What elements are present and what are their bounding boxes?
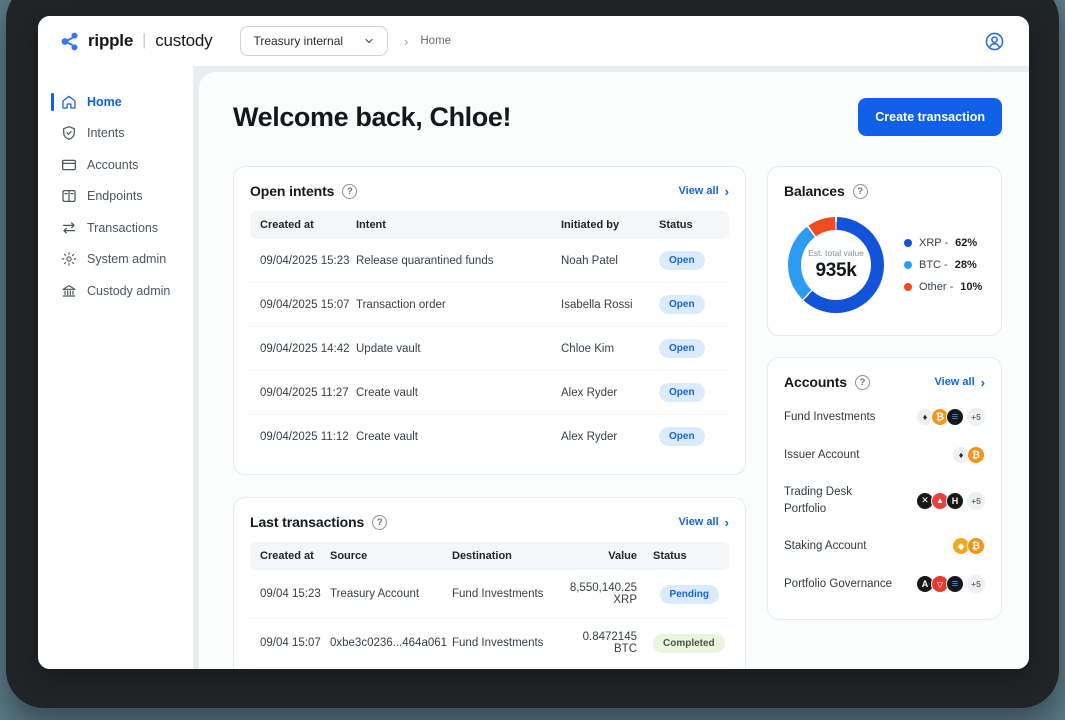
open-intent-row[interactable]: 09/04/2025 15:23 Release quarantined fun…	[250, 239, 729, 282]
balances-title: Balances	[784, 183, 845, 199]
chevron-right-icon: ›	[725, 185, 729, 198]
swap-arrows-icon	[61, 220, 77, 236]
last-transactions-card: Last transactions ? View all › Created a…	[233, 497, 746, 669]
open-intents-title: Open intents	[250, 183, 334, 199]
transaction-row[interactable]: 09/04 15:23 Treasury Account Fund Invest…	[250, 570, 729, 618]
status-badge: Open	[659, 383, 705, 402]
sol-icon: ≡	[946, 408, 964, 426]
btc-icon: ₿	[967, 537, 985, 555]
create-transaction-button[interactable]: Create transaction	[858, 98, 1002, 136]
help-icon[interactable]: ?	[372, 515, 387, 530]
topbar: ripple | custody Treasury internal › Hom…	[38, 16, 1029, 66]
book-icon	[61, 188, 77, 204]
page-title: Welcome back, Chloe!	[233, 98, 511, 133]
account-row[interactable]: Fund Investments ♦ ₿ ≡ +5	[784, 398, 985, 436]
extra-assets-badge: +5	[967, 575, 985, 593]
brand-logo: ripple | custody	[60, 31, 212, 52]
xrp-dot-icon	[904, 239, 912, 247]
gear-icon	[61, 251, 77, 267]
hbar-icon: H	[946, 492, 964, 510]
open-intent-row[interactable]: 09/04/2025 14:42 Update vault Chloe Kim …	[250, 326, 729, 370]
last-transactions-view-all-link[interactable]: View all ›	[679, 516, 730, 529]
status-badge: Open	[659, 295, 705, 314]
sidebar-item-transactions[interactable]: Transactions	[38, 212, 193, 244]
transaction-row[interactable]: 09/04 15:07 0xbe3c0236...464a061 Fund In…	[250, 618, 729, 667]
open-intent-row[interactable]: 09/04/2025 11:27 Create vault Alex Ryder…	[250, 370, 729, 414]
help-icon[interactable]: ?	[855, 375, 870, 390]
accounts-card: Accounts ? View all › Fund Investments	[767, 357, 1002, 620]
ripple-logo-icon	[60, 31, 81, 52]
btc-icon: ₿	[967, 446, 985, 464]
status-badge: Open	[659, 251, 705, 270]
extra-assets-badge: +5	[967, 492, 985, 510]
help-icon[interactable]: ?	[342, 184, 357, 199]
chevron-down-icon	[363, 35, 375, 47]
legend-item-other: Other - 10%	[904, 281, 982, 293]
balances-donut-chart: Est. total value 935k	[788, 217, 884, 313]
balances-legend: XRP - 62% BTC - 28%	[904, 237, 982, 293]
balances-card: Balances ? Est. total value 935k	[767, 166, 1002, 336]
open-intents-view-all-link[interactable]: View all ›	[679, 185, 730, 198]
account-row[interactable]: Staking Account ◆ ₿	[784, 527, 985, 565]
account-row[interactable]: Issuer Account ♦ ₿	[784, 436, 985, 474]
other-dot-icon	[904, 283, 912, 291]
sidebar-item-system-admin[interactable]: System admin	[38, 244, 193, 276]
accounts-title: Accounts	[784, 374, 847, 390]
sidebar-item-label: System admin	[87, 252, 166, 266]
workspace-selector-value: Treasury internal	[253, 34, 343, 48]
sidebar-item-label: Transactions	[87, 221, 158, 235]
sidebar-item-label: Endpoints	[87, 189, 143, 203]
open-intent-row[interactable]: 09/04/2025 15:07 Transaction order Isabe…	[250, 282, 729, 326]
chevron-right-icon: ›	[981, 376, 985, 389]
bank-icon	[61, 283, 77, 299]
legend-item-xrp: XRP - 62%	[904, 237, 982, 249]
status-badge: Open	[659, 427, 705, 446]
workspace-selector[interactable]: Treasury internal	[240, 26, 388, 56]
sidebar-item-label: Custody admin	[87, 284, 170, 298]
sidebar-item-label: Intents	[87, 126, 125, 140]
breadcrumb-chevron-icon: ›	[404, 34, 408, 49]
sol-icon: ≡	[946, 575, 964, 593]
chevron-right-icon: ›	[725, 516, 729, 529]
brand-suffix: custody	[155, 31, 212, 51]
sidebar-item-home[interactable]: Home	[38, 86, 193, 118]
open-intents-card: Open intents ? View all › Created at Int…	[233, 166, 746, 475]
btc-dot-icon	[904, 261, 912, 269]
status-badge: Open	[659, 339, 705, 358]
user-account-icon[interactable]	[984, 31, 1005, 52]
main-panel: Welcome back, Chloe! Create transaction …	[199, 72, 1029, 669]
sidebar: Home Intents Accounts Endpoints	[38, 66, 193, 669]
open-intent-row[interactable]: 09/04/2025 11:12 Create vault Alex Ryder…	[250, 414, 729, 458]
last-transactions-table-header: Created at Source Destination Value Stat…	[250, 542, 729, 570]
transaction-row[interactable]: 09/04 14:42 Portfolio Governance 0xfc1b1…	[250, 667, 729, 669]
account-row[interactable]: Portfolio Governance A ▽ ≡ +5	[784, 565, 985, 603]
status-badge: Completed	[653, 634, 725, 653]
breadcrumb[interactable]: Home	[420, 35, 451, 47]
open-intents-table-header: Created at Intent Initiated by Status	[250, 211, 729, 239]
sidebar-item-intents[interactable]: Intents	[38, 118, 193, 150]
accounts-view-all-link[interactable]: View all ›	[935, 376, 986, 389]
extra-assets-badge: +5	[967, 408, 985, 426]
sidebar-item-label: Accounts	[87, 158, 138, 172]
help-icon[interactable]: ?	[853, 184, 868, 199]
home-icon	[61, 94, 77, 110]
brand-divider: |	[142, 32, 146, 50]
sidebar-item-accounts[interactable]: Accounts	[38, 149, 193, 181]
status-badge: Pending	[660, 585, 719, 604]
app-window: ripple | custody Treasury internal › Hom…	[38, 16, 1029, 669]
shield-check-icon	[61, 125, 77, 141]
last-transactions-title: Last transactions	[250, 514, 364, 530]
sidebar-item-custody-admin[interactable]: Custody admin	[38, 275, 193, 307]
donut-center-label: Est. total value	[808, 248, 864, 258]
sidebar-item-label: Home	[87, 95, 122, 109]
brand-name: ripple	[88, 31, 133, 51]
legend-item-btc: BTC - 28%	[904, 259, 982, 271]
card-icon	[61, 157, 77, 173]
donut-center-value: 935k	[815, 260, 856, 282]
account-row[interactable]: Trading Desk Portfolio ✕ ▲ H +5	[784, 474, 985, 527]
sidebar-item-endpoints[interactable]: Endpoints	[38, 181, 193, 213]
